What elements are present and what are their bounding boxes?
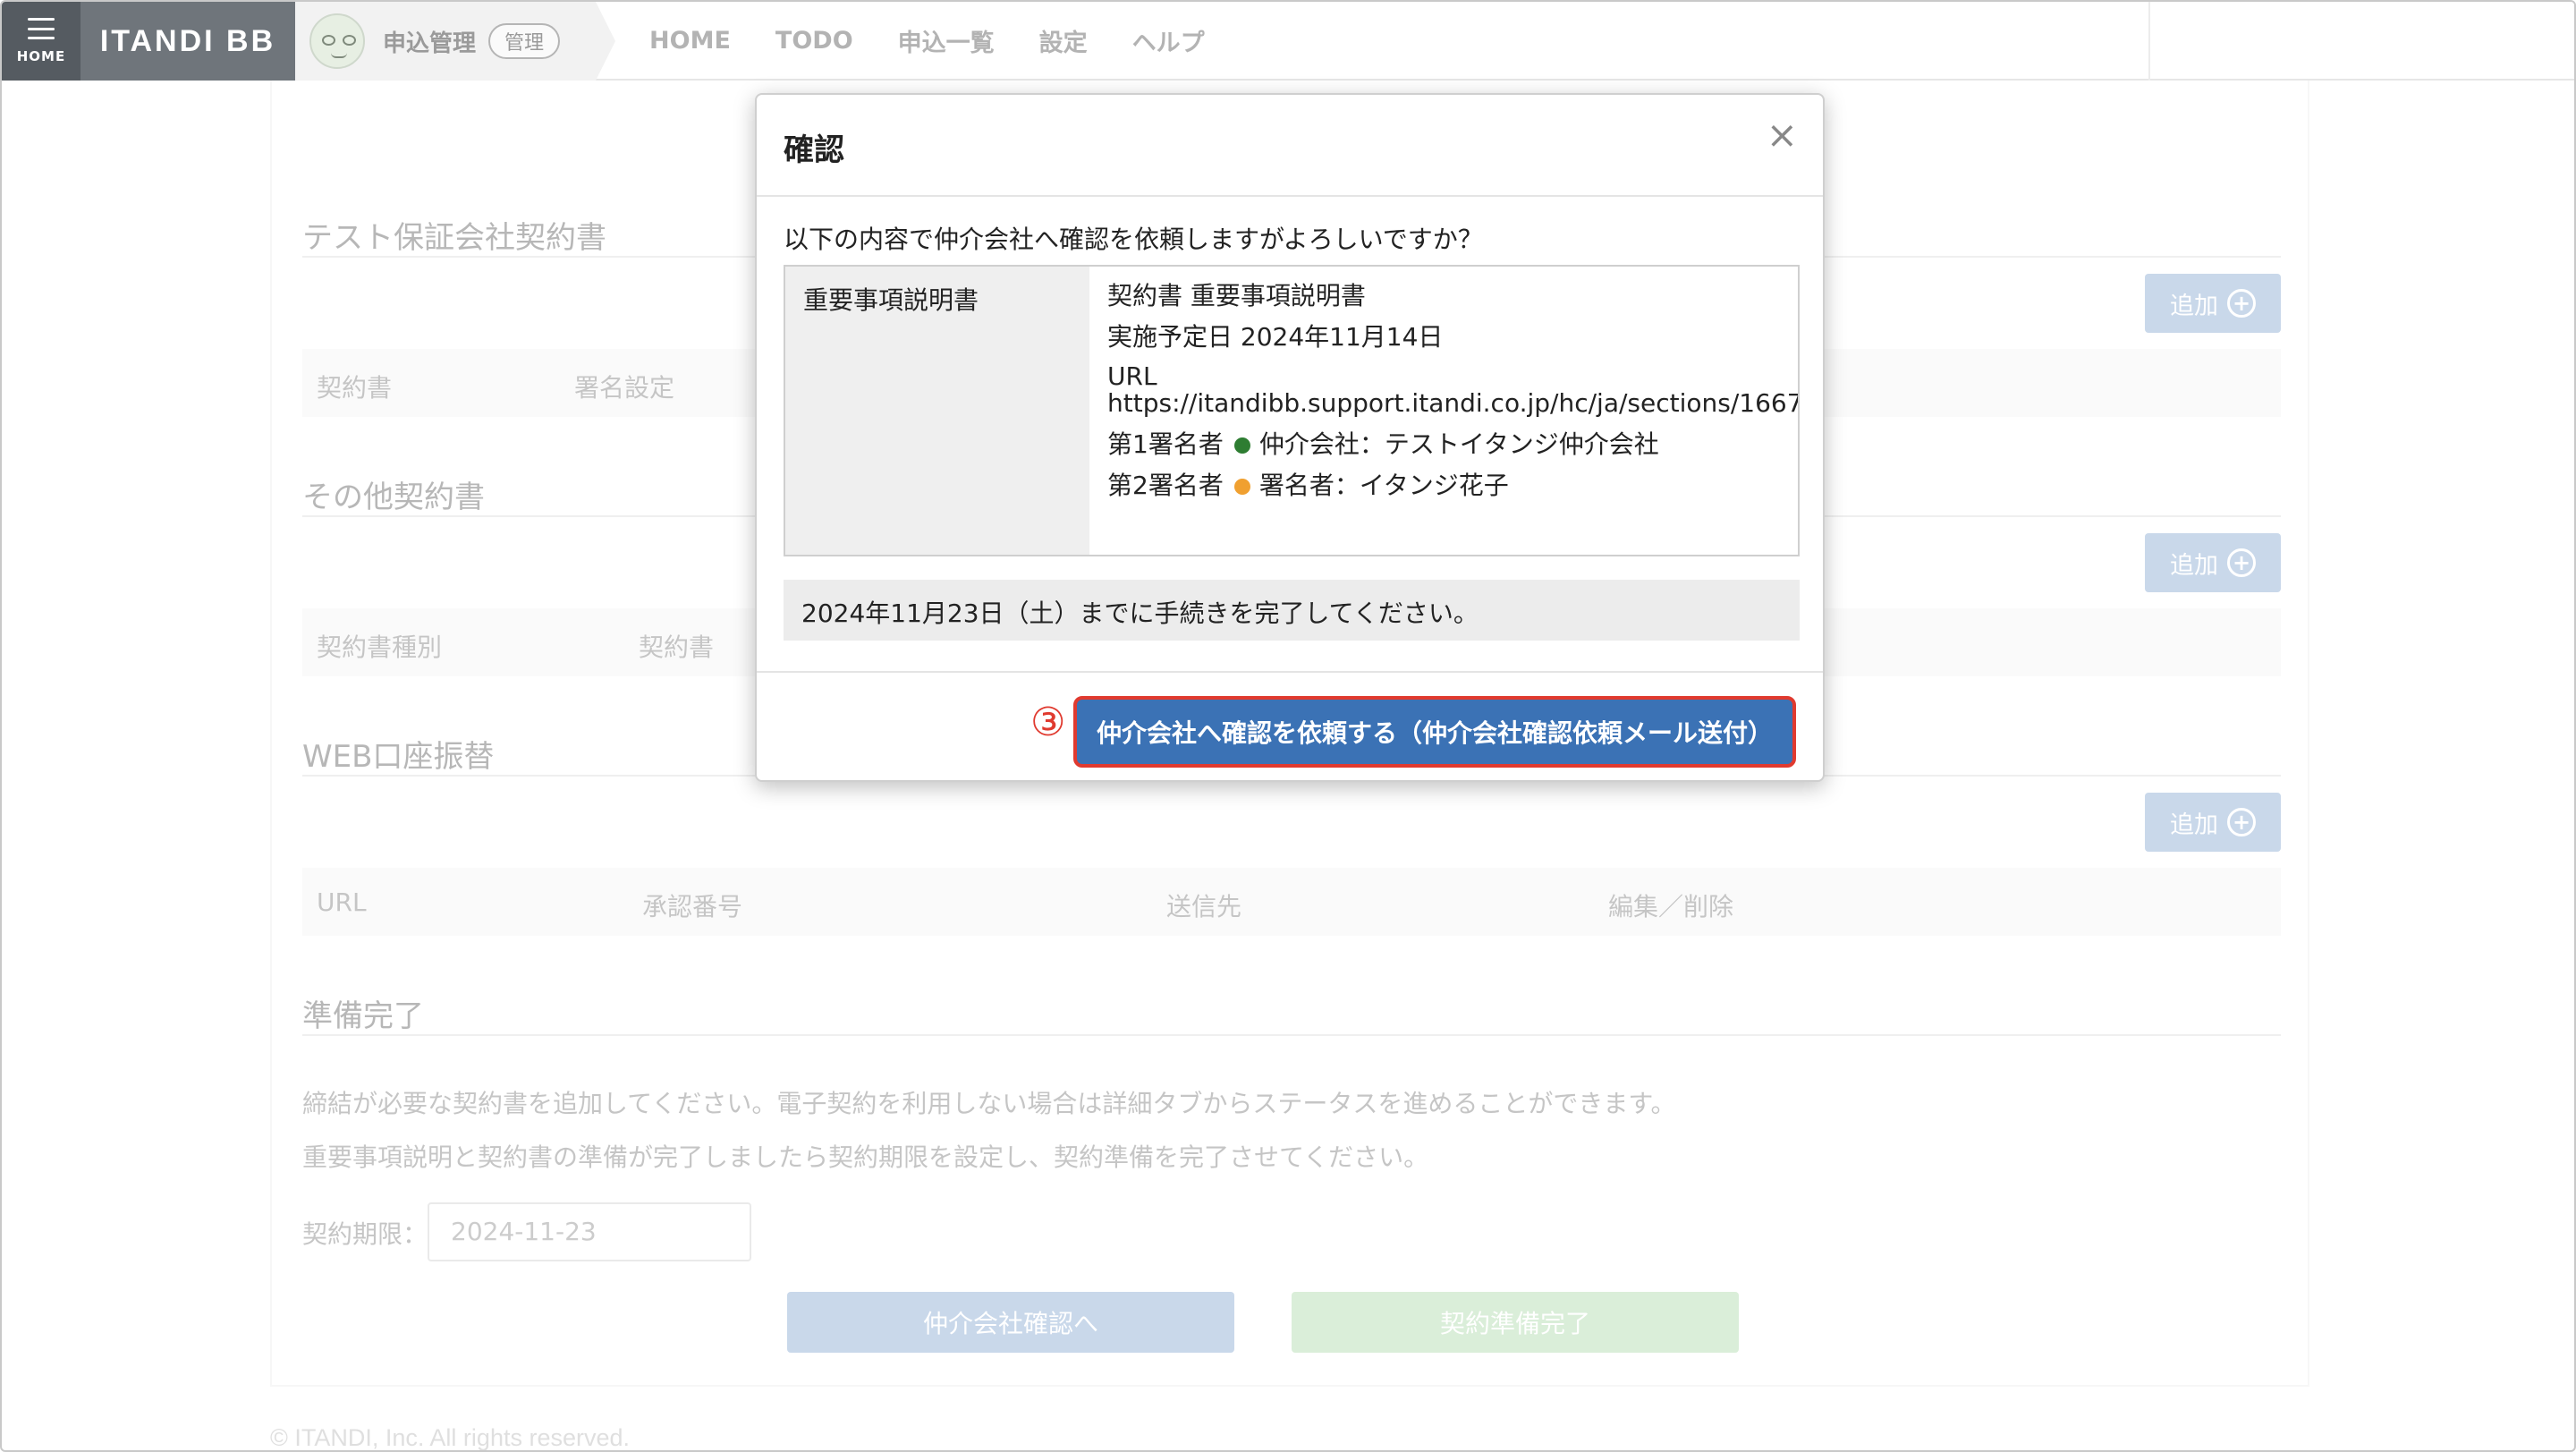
- nav-settings[interactable]: 設定: [1039, 23, 1088, 58]
- signer-1-value: 仲介会社：テストイタンジ仲介会社: [1258, 429, 1659, 459]
- nav-home[interactable]: HOME: [649, 27, 731, 55]
- signer-2-value: 署名者：イタンジ花子: [1258, 471, 1509, 500]
- close-icon[interactable]: ×: [1767, 116, 1798, 154]
- scheduled-date: 実施予定日 2024年11月14日: [1107, 322, 1444, 352]
- signer-1-label: 第1署名者: [1107, 429, 1224, 459]
- modal-body: 以下の内容で仲介会社へ確認を依頼しますがよろしいですか？ 重要事項説明書 契約書…: [757, 197, 1823, 673]
- header-user-area: [2148, 2, 2574, 81]
- modal-title: 確認: [784, 132, 844, 168]
- request-broker-confirmation-button[interactable]: 仲介会社へ確認を依頼する（仲介会社確認依頼メール送付）: [1073, 696, 1796, 768]
- main-nav: HOME TODO 申込一覧 設定 ヘルプ: [649, 2, 1250, 79]
- brand-logo[interactable]: ITANDI BB: [80, 2, 295, 81]
- document-details: 契約書 重要事項説明書 実施予定日 2024年11月14日 URL https:…: [1089, 267, 1798, 555]
- home-menu-button[interactable]: HOME: [2, 2, 80, 81]
- home-menu-label: HOME: [16, 48, 66, 64]
- document-type-label: 重要事項説明書: [785, 267, 1089, 555]
- modal-header: 確認 ×: [757, 95, 1823, 197]
- modal-footer: ③ 仲介会社へ確認を依頼する（仲介会社確認依頼メール送付）: [757, 673, 1823, 780]
- document-info-table: 重要事項説明書 契約書 重要事項説明書 実施予定日 2024年11月14日 UR…: [784, 265, 1800, 556]
- top-navigation-bar: HOME ITANDI BB 申込管理 管理 HOME TODO 申込一覧 設定…: [2, 2, 2574, 81]
- signer-2: 第2署名者 署名者：イタンジ花子: [1107, 471, 1780, 501]
- status-dot-green-icon: [1233, 437, 1250, 454]
- confirm-modal: 確認 × 以下の内容で仲介会社へ確認を依頼しますがよろしいですか？ 重要事項説明…: [755, 93, 1825, 782]
- url-label: URL: [1107, 361, 1157, 391]
- hamburger-icon: [28, 18, 55, 39]
- signer-2-label: 第2署名者: [1107, 471, 1224, 500]
- step-number-annotation: ③: [1030, 700, 1066, 745]
- status-dot-orange-icon: [1233, 479, 1250, 495]
- product-role-badge: 管理: [488, 23, 561, 59]
- confirm-question: 以下の内容で仲介会社へ確認を依頼しますがよろしいですか？: [784, 225, 1483, 254]
- nav-application-list[interactable]: 申込一覧: [898, 23, 995, 58]
- app-window: HOME ITANDI BB 申込管理 管理 HOME TODO 申込一覧 設定…: [0, 0, 2576, 1452]
- product-name: 申込管理: [383, 30, 477, 57]
- url-block: URL https://itandibb.support.itandi.co.j…: [1107, 361, 1798, 417]
- nav-todo[interactable]: TODO: [775, 27, 853, 55]
- mascot-avatar-icon: [309, 13, 365, 69]
- signer-1: 第1署名者 仲介会社：テストイタンジ仲介会社: [1107, 429, 1780, 460]
- document-url[interactable]: https://itandibb.support.itandi.co.jp/hc…: [1107, 390, 1798, 417]
- nav-help[interactable]: ヘルプ: [1132, 23, 1205, 58]
- deadline-notice: 2024年11月23日（土）までに手続きを完了してください。: [784, 580, 1800, 641]
- document-name: 契約書 重要事項説明書: [1107, 281, 1366, 310]
- product-switcher[interactable]: 申込管理 管理: [295, 2, 616, 81]
